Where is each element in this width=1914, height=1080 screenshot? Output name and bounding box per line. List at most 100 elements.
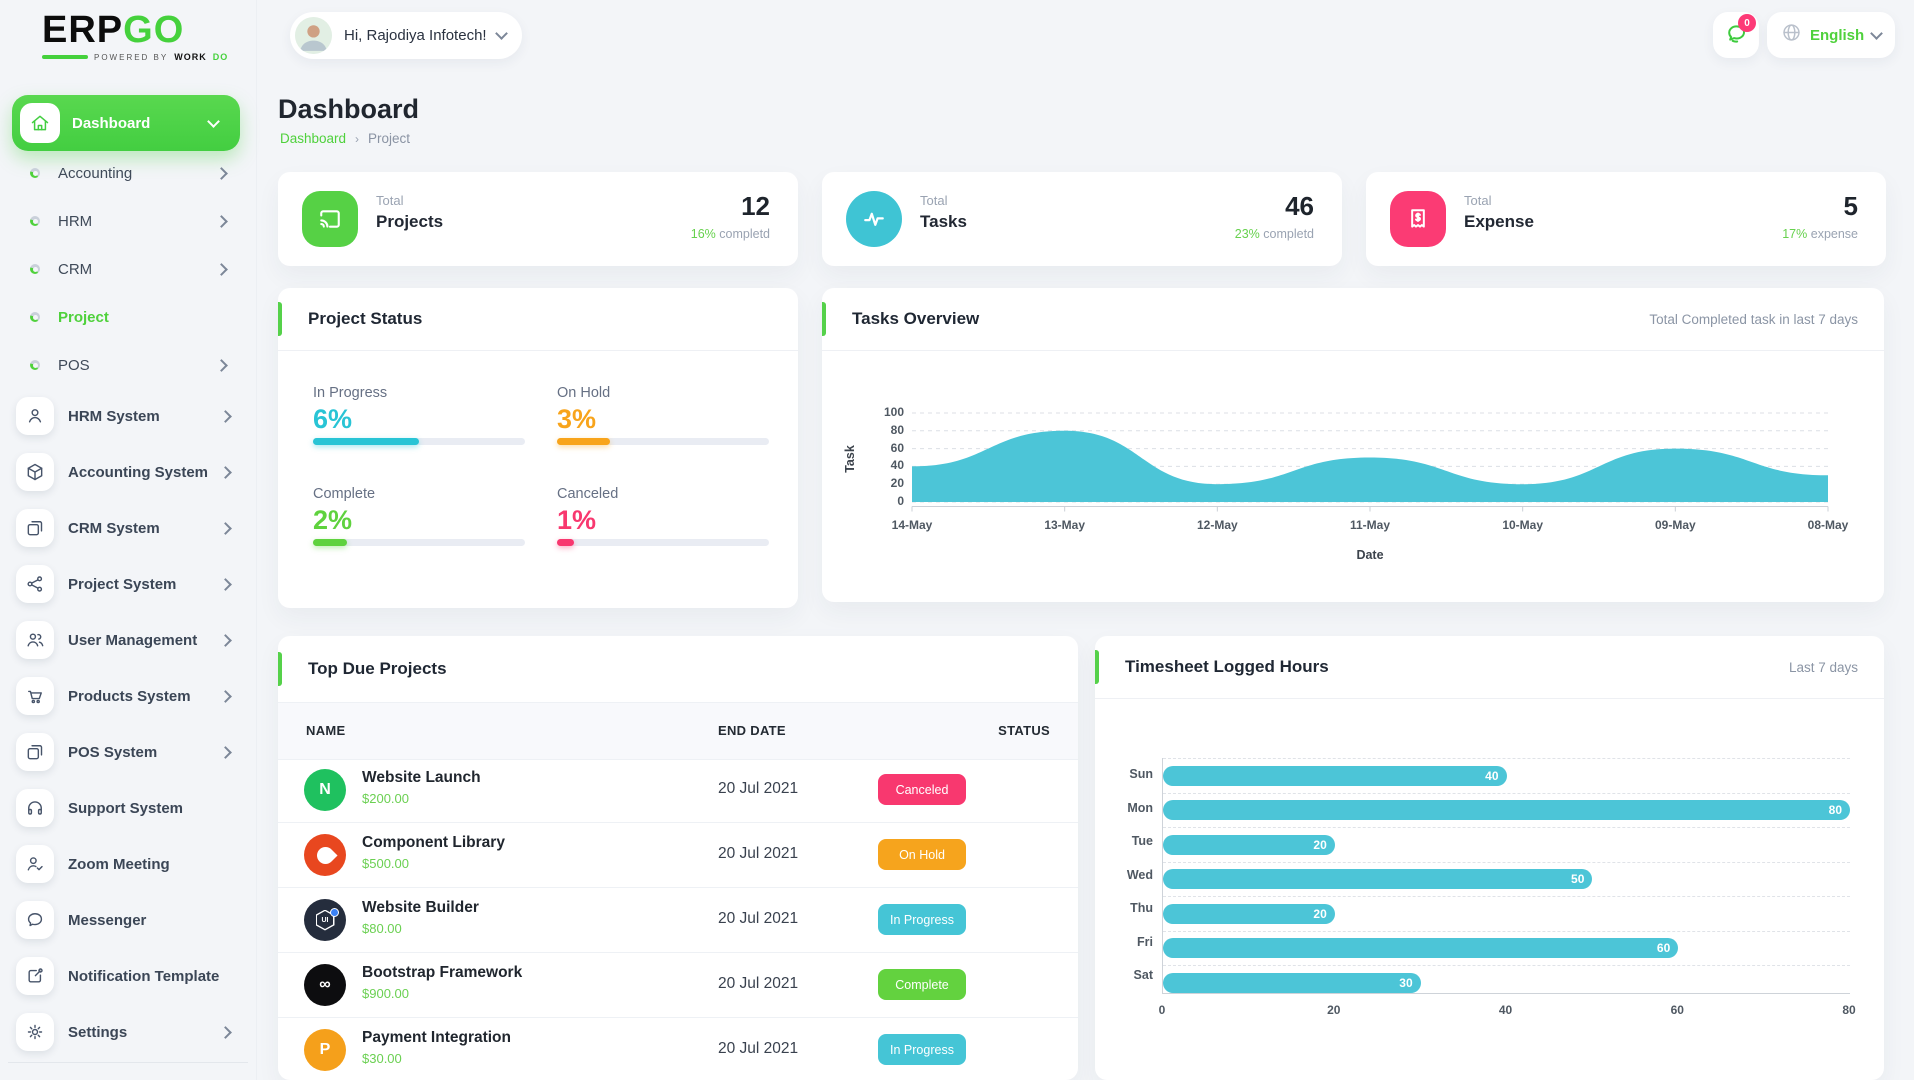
x-axis-tick-label: 0 (1158, 1002, 1166, 1017)
sidebar-item-accounting[interactable]: Accounting (0, 149, 256, 197)
stat-prefix: Total (1464, 193, 1492, 208)
sidebar-item-notification-template[interactable]: Notification Template (0, 948, 256, 1004)
chevron-right-icon (219, 521, 232, 535)
table-row-component-library: Component Library $500.00 20 Jul 2021 On Ho… (278, 823, 1078, 888)
sidebar-item-dashboard[interactable]: Dashboard (12, 95, 240, 151)
stat-prefix: Total (376, 193, 404, 208)
x-axis-tick-label: 60 (1670, 1002, 1684, 1017)
progress-fill (557, 539, 574, 546)
sidebar-item-products-system[interactable]: Products System (0, 668, 256, 724)
bar-value-label: 20 (1313, 837, 1327, 852)
cast-icon (302, 191, 358, 247)
chevron-down-icon (207, 114, 220, 128)
project-price: $200.00 (362, 791, 409, 806)
bar-band-sun: 40 (1163, 758, 1850, 793)
progress-fill (557, 438, 610, 445)
status-label: On Hold (557, 385, 611, 401)
logo-text: ERPGO (42, 9, 185, 51)
sidebar-item-project[interactable]: Project (0, 293, 256, 341)
sidebar-item-pos[interactable]: POS (0, 341, 256, 389)
sidebar-item-label: Settings (68, 1023, 128, 1041)
notifications-button[interactable]: 0 (1713, 12, 1759, 58)
sidebar-item-project-system[interactable]: Project System (0, 556, 256, 612)
chevron-right-icon (219, 689, 232, 703)
x-axis-tick-label: 13-May (1044, 518, 1085, 532)
sidebar-item-label: CRM System (68, 519, 160, 537)
status-item-in-progress: In Progress 6% (313, 385, 525, 445)
status-badge: Complete (878, 969, 966, 1000)
sidebar-item-hrm-system[interactable]: HRM System (0, 388, 256, 444)
language-selector[interactable]: English (1767, 12, 1896, 58)
receipt-icon (1390, 191, 1446, 247)
user-icon (16, 397, 54, 435)
table-row-bootstrap-framework: ∞ Bootstrap Framework $900.00 20 Jul 2021 Co… (278, 953, 1078, 1018)
chevron-right-icon (215, 166, 228, 180)
sidebar-item-user-management[interactable]: User Management (0, 612, 256, 668)
windows-icon (16, 733, 54, 771)
sidebar-item-hrm[interactable]: HRM (0, 197, 256, 245)
timesheet-chart: 40 80 20 50 20 60 30 Sun Mon Tue Wed Thu Fri Sat 0 20 40… (1095, 636, 1884, 1080)
sidebar-item-label: Project (58, 308, 109, 326)
x-axis-tick-label: 80 (1842, 1002, 1856, 1017)
chevron-right-icon (215, 214, 228, 228)
sidebar-item-zoom-meeting[interactable]: Zoom Meeting (0, 836, 256, 892)
bullet-icon (30, 312, 40, 322)
logo-underline (42, 55, 88, 59)
breadcrumb: Dashboard › Project (280, 131, 410, 146)
table-row-website-builder: UI Website Builder $80.00 20 Jul 2021 In Pro… (278, 888, 1078, 953)
sidebar-item-label: HRM (58, 212, 93, 230)
y-axis-category-label: Mon (1127, 800, 1153, 815)
project-name: Website Launch (362, 769, 481, 786)
erpgo-dashboard-page: ERPGO POWERED BY WORK DO Dashboard Accoun… (0, 0, 1914, 1080)
stat-label: Projects (376, 212, 444, 231)
y-axis-category-label: Sun (1129, 767, 1153, 781)
card-title: Top Due Projects (308, 659, 447, 678)
sidebar: ERPGO POWERED BY WORK DO Dashboard Accoun… (0, 0, 257, 1080)
y-axis-category-label: Sat (1133, 968, 1153, 982)
bullet-icon (30, 216, 40, 226)
sidebar-item-settings[interactable]: Settings (0, 1004, 256, 1060)
sidebar-item-messenger[interactable]: Messenger (0, 892, 256, 948)
timesheet-logged-hours-card: Timesheet Logged Hours Last 7 days 40 80 2… (1095, 636, 1884, 1080)
users-icon (16, 621, 54, 659)
stat-label: Expense (1464, 212, 1534, 231)
user-menu[interactable]: Hi, Rajodiya Infotech! (290, 12, 522, 59)
chevron-right-icon (219, 409, 232, 423)
language-label: English (1810, 26, 1865, 44)
breadcrumb-dashboard-link[interactable]: Dashboard (280, 131, 346, 146)
sidebar-item-label: Notification Template (68, 967, 220, 985)
project-avatar: P (304, 1029, 346, 1071)
bar-thu: 20 (1163, 903, 1335, 924)
bar-band-fri: 60 (1163, 930, 1850, 966)
chevron-right-icon (219, 465, 232, 479)
stat-cards-row: Total Projects 12 16% completd Total Tasks 46 2… (278, 172, 1886, 266)
bullet-icon (30, 168, 40, 178)
sidebar-item-crm[interactable]: CRM (0, 245, 256, 293)
progress-track (557, 438, 769, 445)
cart-icon (16, 677, 54, 715)
bar-wed: 50 (1163, 869, 1593, 889)
chevron-right-icon (219, 1025, 232, 1039)
x-axis-tick-label: 40 (1498, 1002, 1513, 1017)
sidebar-item-accounting-system[interactable]: Accounting System (0, 444, 256, 500)
bar-band-sat: 30 (1163, 965, 1850, 1000)
y-axis-tick-label: 60 (890, 440, 904, 455)
sidebar-item-support-system[interactable]: Support System (0, 780, 256, 836)
sidebar-item-label: HRM System (68, 407, 160, 425)
sidebar-item-label: Products System (68, 687, 191, 705)
sidebar-item-pos-system[interactable]: POS System (0, 724, 256, 780)
share-nodes-icon (16, 565, 54, 603)
area-series (912, 430, 1828, 502)
brand-logo[interactable]: ERPGO POWERED BY WORK DO (42, 10, 228, 62)
card-title: Project Status (308, 309, 423, 328)
chevron-down-icon (1870, 26, 1884, 40)
sidebar-item-label: User Management (68, 631, 198, 649)
user-avatar (295, 17, 332, 54)
status-item-on-hold: On Hold 3% (557, 385, 769, 445)
sidebar-item-crm-system[interactable]: CRM System (0, 500, 256, 556)
sidebar-divider (8, 1062, 248, 1063)
progress-fill (313, 539, 347, 546)
status-label: Complete (313, 486, 376, 502)
top-due-projects-card: Top Due Projects NAME END DATE STATUS N Web… (278, 636, 1078, 1080)
table-row-payment-integration: P Payment Integration $30.00 20 Jul 2021 In … (278, 1018, 1078, 1080)
